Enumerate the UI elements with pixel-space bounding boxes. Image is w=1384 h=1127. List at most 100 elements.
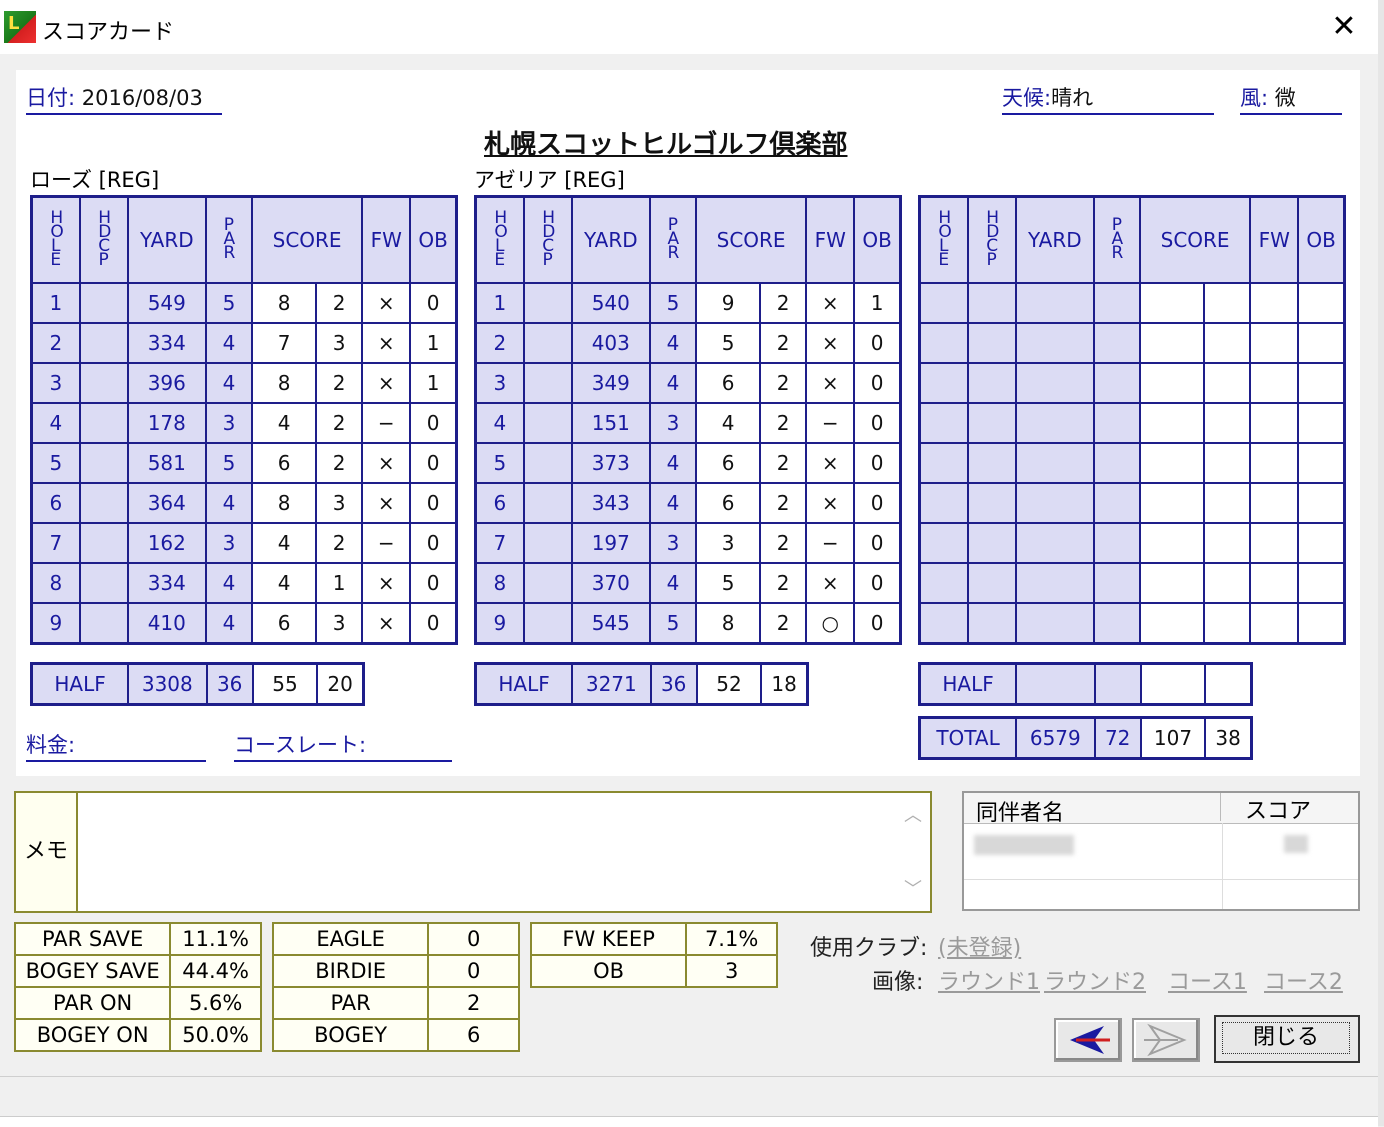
memo-textarea[interactable]: [78, 793, 894, 911]
cell-fw[interactable]: [1249, 602, 1300, 645]
cell-fw[interactable]: ×: [805, 482, 856, 524]
cell-score[interactable]: 8: [250, 482, 318, 524]
cell-putt[interactable]: 2: [759, 402, 808, 444]
cell-score[interactable]: 6: [694, 362, 762, 404]
cell-putt[interactable]: [1203, 402, 1252, 444]
cell-fw[interactable]: [1249, 522, 1300, 564]
cell-putt[interactable]: [1203, 322, 1252, 364]
cell-ob[interactable]: 0: [409, 562, 458, 604]
cell-fw[interactable]: ×: [361, 562, 412, 604]
cell-fw[interactable]: −: [361, 402, 412, 444]
cell-fw[interactable]: [1249, 402, 1300, 444]
cell-score[interactable]: 9: [694, 282, 762, 324]
image-link-round1[interactable]: ラウンド1: [938, 964, 1040, 996]
cell-putt[interactable]: 2: [759, 322, 808, 364]
cell-score[interactable]: 5: [694, 562, 762, 604]
image-link-round2[interactable]: ラウンド2: [1044, 964, 1146, 996]
cell-putt[interactable]: 3: [315, 482, 364, 524]
cell-ob[interactable]: [1297, 482, 1346, 524]
cell-ob[interactable]: [1297, 522, 1346, 564]
cell-ob[interactable]: 0: [853, 442, 902, 484]
cell-fw[interactable]: [1249, 282, 1300, 324]
cell-score[interactable]: 5: [694, 322, 762, 364]
cell-fw[interactable]: [1249, 562, 1300, 604]
scroll-down-icon[interactable]: ﹀: [898, 875, 928, 901]
cell-putt[interactable]: [1203, 602, 1252, 645]
image-link-course1[interactable]: コース1: [1168, 964, 1247, 996]
cell-fw[interactable]: [1249, 442, 1300, 484]
cell-fw[interactable]: ×: [805, 322, 856, 364]
cell-fw[interactable]: [1249, 362, 1300, 404]
cell-score[interactable]: 4: [250, 562, 318, 604]
cell-score[interactable]: 4: [250, 522, 318, 564]
cell-fw[interactable]: ×: [361, 482, 412, 524]
cell-score[interactable]: 8: [250, 282, 318, 324]
cell-ob[interactable]: 0: [853, 602, 902, 645]
cell-putt[interactable]: 2: [315, 362, 364, 404]
cell-score[interactable]: 6: [250, 602, 318, 645]
next-button[interactable]: [1132, 1018, 1200, 1062]
previous-button[interactable]: [1054, 1018, 1122, 1062]
cell-putt[interactable]: [1203, 562, 1252, 604]
cell-putt[interactable]: 2: [759, 562, 808, 604]
cell-ob[interactable]: 1: [409, 362, 458, 404]
cell-score[interactable]: [1138, 322, 1206, 364]
cell-putt[interactable]: 1: [315, 562, 364, 604]
cell-ob[interactable]: [1297, 402, 1346, 444]
cell-putt[interactable]: 2: [315, 442, 364, 484]
cell-score[interactable]: 8: [694, 602, 762, 645]
cell-fw[interactable]: [1249, 322, 1300, 364]
cell-putt[interactable]: [1203, 482, 1252, 524]
cell-fw[interactable]: ×: [805, 562, 856, 604]
cell-score[interactable]: [1138, 602, 1206, 645]
cell-score[interactable]: [1138, 362, 1206, 404]
cell-ob[interactable]: 0: [853, 402, 902, 444]
cell-score[interactable]: 6: [694, 442, 762, 484]
cell-ob[interactable]: [1297, 602, 1346, 645]
cell-ob[interactable]: 0: [853, 362, 902, 404]
close-window-button[interactable]: ✕: [1322, 8, 1366, 46]
cell-ob[interactable]: [1297, 362, 1346, 404]
cell-ob[interactable]: 0: [853, 562, 902, 604]
clubs-link[interactable]: (未登録): [938, 930, 1021, 962]
cell-score[interactable]: 4: [250, 402, 318, 444]
cell-ob[interactable]: 0: [409, 522, 458, 564]
cell-putt[interactable]: [1203, 442, 1252, 484]
cell-score[interactable]: 4: [694, 402, 762, 444]
cell-putt[interactable]: [1203, 362, 1252, 404]
cell-putt[interactable]: [1203, 282, 1252, 324]
cell-putt[interactable]: 2: [315, 402, 364, 444]
cell-ob[interactable]: 0: [853, 482, 902, 524]
cell-fw[interactable]: ×: [361, 602, 412, 645]
cell-fw[interactable]: [1249, 482, 1300, 524]
cell-ob[interactable]: 1: [409, 322, 458, 364]
close-button[interactable]: 閉じる: [1214, 1015, 1360, 1063]
cell-score[interactable]: 6: [694, 482, 762, 524]
cell-score[interactable]: [1138, 522, 1206, 564]
cell-score[interactable]: 3: [694, 522, 762, 564]
cell-putt[interactable]: 3: [315, 322, 364, 364]
cell-fw[interactable]: −: [361, 522, 412, 564]
cell-putt[interactable]: 3: [315, 602, 364, 645]
companion-name-header[interactable]: 同伴者名: [976, 795, 1064, 827]
cell-score[interactable]: [1138, 562, 1206, 604]
cell-fw[interactable]: ×: [361, 282, 412, 324]
cell-fw[interactable]: ○: [805, 602, 856, 645]
cell-putt[interactable]: 2: [315, 282, 364, 324]
cell-ob[interactable]: 0: [853, 322, 902, 364]
cell-putt[interactable]: 2: [759, 522, 808, 564]
cell-putt[interactable]: 2: [759, 482, 808, 524]
cell-score[interactable]: [1138, 402, 1206, 444]
cell-ob[interactable]: 0: [409, 442, 458, 484]
cell-ob[interactable]: [1297, 322, 1346, 364]
cell-fw[interactable]: ×: [805, 442, 856, 484]
cell-putt[interactable]: 2: [759, 602, 808, 645]
cell-ob[interactable]: [1297, 442, 1346, 484]
cell-putt[interactable]: 2: [759, 282, 808, 324]
cell-fw[interactable]: ×: [805, 282, 856, 324]
cell-ob[interactable]: [1297, 282, 1346, 324]
cell-ob[interactable]: 0: [409, 402, 458, 444]
memo-scrollbar[interactable]: ︿ ﹀: [898, 795, 928, 907]
cell-fw[interactable]: −: [805, 522, 856, 564]
companion-score-header[interactable]: スコア: [1220, 793, 1311, 824]
